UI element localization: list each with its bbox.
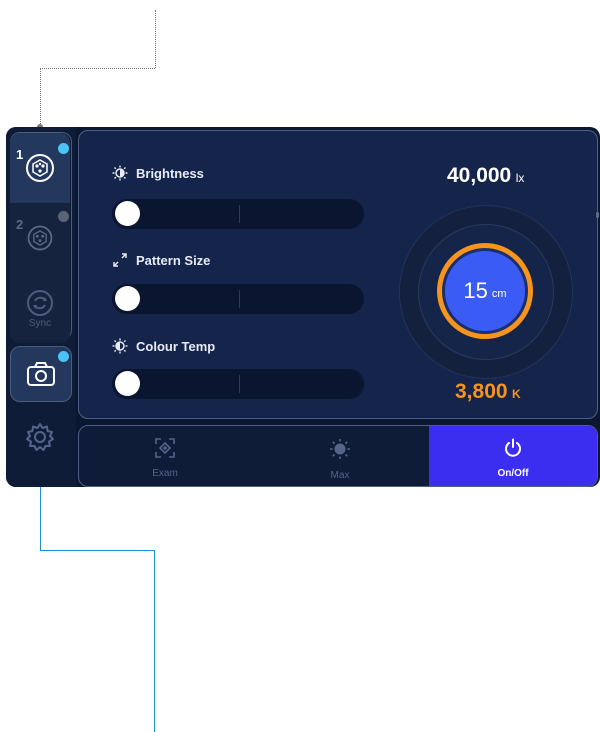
- preset-2-button[interactable]: 2: [10, 203, 70, 273]
- sync-button[interactable]: Sync: [10, 273, 70, 343]
- preset-2-number: 2: [16, 217, 24, 232]
- max-label: Max: [330, 470, 350, 481]
- preset-1-button[interactable]: 1: [10, 133, 70, 203]
- slider-midpoint-tick: [239, 205, 240, 223]
- exam-label: Exam: [152, 468, 178, 479]
- device-screen: 1 2 Sync Brightness Pattern Size Colour …: [6, 127, 600, 487]
- edge-indicator: [596, 212, 599, 218]
- power-button[interactable]: On/Off: [429, 426, 597, 486]
- temperature-unit: K: [512, 387, 521, 401]
- callout-dotted-line: [40, 68, 41, 128]
- colour-temp-icon: [112, 338, 128, 354]
- brightness-label: Brightness: [136, 165, 204, 181]
- pattern-size-control-label: Pattern Size: [112, 252, 210, 268]
- distance-value: 15: [463, 278, 488, 303]
- camera-button[interactable]: [10, 346, 72, 402]
- brightness-slider-knob[interactable]: [115, 201, 140, 226]
- onoff-label: On/Off: [497, 468, 529, 479]
- light-pattern-icon: [27, 225, 53, 251]
- slider-midpoint-tick: [239, 375, 240, 393]
- callout-blue-line: [154, 550, 155, 732]
- callout-dotted-line: [40, 68, 155, 69]
- pattern-size-slider-knob[interactable]: [115, 286, 140, 311]
- sync-icon: [27, 289, 53, 316]
- illuminance-readout: 40,000 lx: [447, 164, 524, 188]
- control-panel: Brightness Pattern Size Colour Temp 40,0…: [78, 130, 598, 419]
- callout-dotted-line: [155, 10, 156, 68]
- brightness-slider[interactable]: [112, 199, 364, 229]
- colour-temp-control-label: Colour Temp: [112, 338, 215, 354]
- callout-blue-line: [40, 550, 154, 551]
- exam-focus-icon: [155, 438, 175, 458]
- expand-icon: [113, 253, 127, 267]
- preset-1-number: 1: [16, 147, 24, 162]
- inactive-status-dot: [58, 211, 69, 222]
- bottom-action-bar: Exam Max On/Off: [78, 425, 598, 487]
- slider-midpoint-tick: [239, 290, 240, 308]
- power-icon: [505, 438, 521, 457]
- pattern-size-label: Pattern Size: [136, 252, 211, 268]
- colour-temp-slider-knob[interactable]: [115, 371, 140, 396]
- brightness-control-label: Brightness: [112, 165, 204, 181]
- pattern-size-slider[interactable]: [112, 284, 364, 314]
- brightness-icon: [112, 165, 128, 181]
- distance-dial[interactable]: 15 cm: [442, 248, 528, 334]
- sidebar: 1 2 Sync: [6, 127, 76, 487]
- settings-button[interactable]: [10, 412, 70, 462]
- illuminance-value: 40,000: [447, 164, 512, 187]
- illuminance-unit: lx: [515, 171, 525, 185]
- active-status-dot: [58, 351, 69, 362]
- sync-label: Sync: [28, 317, 52, 329]
- light-pattern-icon: [26, 154, 54, 182]
- sun-icon: [330, 439, 350, 459]
- active-status-dot: [58, 143, 69, 154]
- colour-temp-label: Colour Temp: [136, 338, 216, 354]
- max-button[interactable]: Max: [251, 426, 429, 486]
- camera-icon: [27, 362, 55, 386]
- temperature-readout: 3,800 K: [455, 380, 521, 404]
- distance-unit: cm: [491, 288, 507, 300]
- colour-temp-slider[interactable]: [112, 369, 364, 399]
- gear-icon: [26, 423, 54, 451]
- exam-button[interactable]: Exam: [79, 426, 251, 486]
- temperature-value: 3,800: [455, 380, 508, 403]
